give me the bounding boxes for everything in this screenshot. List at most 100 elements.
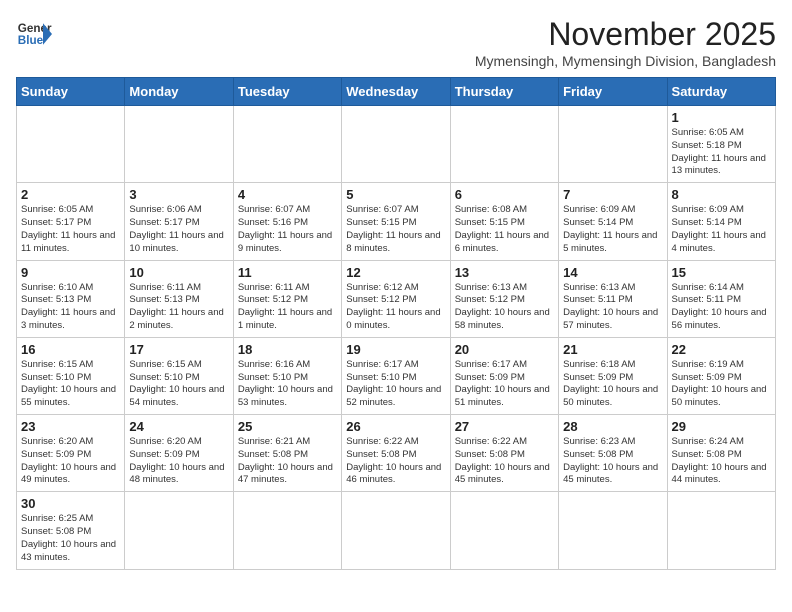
day-cell: 21Sunrise: 6:18 AM Sunset: 5:09 PM Dayli… xyxy=(559,337,667,414)
day-info: Sunrise: 6:15 AM Sunset: 5:10 PM Dayligh… xyxy=(21,359,120,410)
day-number: 20 xyxy=(455,342,554,357)
day-cell: 23 Sunrise: 6:20 AM Sunset: 5:09 PM Dayli… xyxy=(17,415,125,492)
day-info: Sunrise: 6:24 AM Sunset: 5:08 PM Dayligh… xyxy=(672,436,771,487)
day-info: Sunrise: 6:17 AM Sunset: 5:10 PM Dayligh… xyxy=(346,359,445,410)
day-info: Sunrise: 6:12 AM Sunset: 5:12 PM Dayligh… xyxy=(346,282,445,333)
day-cell: 10 Sunrise: 6:11 AM Sunset: 5:13 PM Dayli… xyxy=(125,260,233,337)
day-number: 10 xyxy=(129,265,228,280)
title-section: November 2025 Mymensingh, Mymensingh Div… xyxy=(475,16,776,69)
day-number: 9 xyxy=(21,265,120,280)
day-cell: 13 Sunrise: 6:13 AM Sunset: 5:12 PM Dayli… xyxy=(450,260,558,337)
day-number: 4 xyxy=(238,187,337,202)
day-number: 11 xyxy=(238,265,337,280)
weekday-header-thursday: Thursday xyxy=(450,78,558,106)
weekday-header-saturday: Saturday xyxy=(667,78,775,106)
day-cell: 19Sunrise: 6:17 AM Sunset: 5:10 PM Dayli… xyxy=(342,337,450,414)
day-cell: 7 Sunrise: 6:09 AM Sunset: 5:14 PM Daylig… xyxy=(559,183,667,260)
day-cell: 25Sunrise: 6:21 AM Sunset: 5:08 PM Dayli… xyxy=(233,415,341,492)
week-row-6: 30Sunrise: 6:25 AM Sunset: 5:08 PM Dayli… xyxy=(17,492,776,569)
day-cell: 9 Sunrise: 6:10 AM Sunset: 5:13 PM Daylig… xyxy=(17,260,125,337)
day-info: Sunrise: 6:17 AM Sunset: 5:09 PM Dayligh… xyxy=(455,359,554,410)
day-cell: 18 Sunrise: 6:16 AM Sunset: 5:10 PM Dayli… xyxy=(233,337,341,414)
day-number: 22 xyxy=(672,342,771,357)
day-info: Sunrise: 6:05 AM Sunset: 5:17 PM Dayligh… xyxy=(21,204,120,255)
weekday-header-friday: Friday xyxy=(559,78,667,106)
day-cell xyxy=(559,106,667,183)
page-header: General Blue November 2025 Mymensingh, M… xyxy=(16,16,776,69)
day-number: 13 xyxy=(455,265,554,280)
calendar-table: SundayMondayTuesdayWednesdayThursdayFrid… xyxy=(16,77,776,570)
day-number: 17 xyxy=(129,342,228,357)
day-info: Sunrise: 6:21 AM Sunset: 5:08 PM Dayligh… xyxy=(238,436,337,487)
day-cell xyxy=(450,492,558,569)
day-cell: 17 Sunrise: 6:15 AM Sunset: 5:10 PM Dayli… xyxy=(125,337,233,414)
logo-icon: General Blue xyxy=(16,16,52,52)
day-cell: 1 Sunrise: 6:05 AM Sunset: 5:18 PM Daylig… xyxy=(667,106,775,183)
day-number: 23 xyxy=(21,419,120,434)
day-info: Sunrise: 6:09 AM Sunset: 5:14 PM Dayligh… xyxy=(672,204,771,255)
week-row-2: 2 Sunrise: 6:05 AM Sunset: 5:17 PM Daylig… xyxy=(17,183,776,260)
location-title: Mymensingh, Mymensingh Division, Banglad… xyxy=(475,53,776,69)
day-number: 2 xyxy=(21,187,120,202)
day-number: 5 xyxy=(346,187,445,202)
day-number: 28 xyxy=(563,419,662,434)
day-cell xyxy=(233,106,341,183)
day-info: Sunrise: 6:09 AM Sunset: 5:14 PM Dayligh… xyxy=(563,204,662,255)
weekday-header-wednesday: Wednesday xyxy=(342,78,450,106)
day-number: 12 xyxy=(346,265,445,280)
day-cell: 22 Sunrise: 6:19 AM Sunset: 5:09 PM Dayli… xyxy=(667,337,775,414)
day-info: Sunrise: 6:19 AM Sunset: 5:09 PM Dayligh… xyxy=(672,359,771,410)
day-info: Sunrise: 6:20 AM Sunset: 5:09 PM Dayligh… xyxy=(21,436,120,487)
day-cell: 11 Sunrise: 6:11 AM Sunset: 5:12 PM Dayli… xyxy=(233,260,341,337)
day-info: Sunrise: 6:13 AM Sunset: 5:12 PM Dayligh… xyxy=(455,282,554,333)
day-number: 6 xyxy=(455,187,554,202)
day-cell: 8 Sunrise: 6:09 AM Sunset: 5:14 PM Daylig… xyxy=(667,183,775,260)
day-cell: 5Sunrise: 6:07 AM Sunset: 5:15 PM Daylig… xyxy=(342,183,450,260)
day-info: Sunrise: 6:05 AM Sunset: 5:18 PM Dayligh… xyxy=(672,127,771,178)
day-cell xyxy=(559,492,667,569)
day-info: Sunrise: 6:11 AM Sunset: 5:13 PM Dayligh… xyxy=(129,282,228,333)
day-cell: 6 Sunrise: 6:08 AM Sunset: 5:15 PM Daylig… xyxy=(450,183,558,260)
day-cell xyxy=(342,106,450,183)
day-cell: 30Sunrise: 6:25 AM Sunset: 5:08 PM Dayli… xyxy=(17,492,125,569)
day-info: Sunrise: 6:23 AM Sunset: 5:08 PM Dayligh… xyxy=(563,436,662,487)
week-row-4: 16 Sunrise: 6:15 AM Sunset: 5:10 PM Dayli… xyxy=(17,337,776,414)
weekday-header-sunday: Sunday xyxy=(17,78,125,106)
day-cell: 15Sunrise: 6:14 AM Sunset: 5:11 PM Dayli… xyxy=(667,260,775,337)
day-number: 18 xyxy=(238,342,337,357)
day-cell: 2 Sunrise: 6:05 AM Sunset: 5:17 PM Daylig… xyxy=(17,183,125,260)
day-number: 8 xyxy=(672,187,771,202)
day-number: 7 xyxy=(563,187,662,202)
month-title: November 2025 xyxy=(475,16,776,53)
day-cell: 24 Sunrise: 6:20 AM Sunset: 5:09 PM Dayli… xyxy=(125,415,233,492)
day-number: 16 xyxy=(21,342,120,357)
day-cell xyxy=(233,492,341,569)
day-number: 30 xyxy=(21,496,120,511)
day-number: 3 xyxy=(129,187,228,202)
svg-text:Blue: Blue xyxy=(18,34,44,47)
day-info: Sunrise: 6:15 AM Sunset: 5:10 PM Dayligh… xyxy=(129,359,228,410)
week-row-1: 1 Sunrise: 6:05 AM Sunset: 5:18 PM Daylig… xyxy=(17,106,776,183)
weekday-header-row: SundayMondayTuesdayWednesdayThursdayFrid… xyxy=(17,78,776,106)
day-cell xyxy=(17,106,125,183)
day-info: Sunrise: 6:22 AM Sunset: 5:08 PM Dayligh… xyxy=(455,436,554,487)
day-cell: 26Sunrise: 6:22 AM Sunset: 5:08 PM Dayli… xyxy=(342,415,450,492)
day-info: Sunrise: 6:13 AM Sunset: 5:11 PM Dayligh… xyxy=(563,282,662,333)
day-cell: 4Sunrise: 6:07 AM Sunset: 5:16 PM Daylig… xyxy=(233,183,341,260)
day-info: Sunrise: 6:16 AM Sunset: 5:10 PM Dayligh… xyxy=(238,359,337,410)
day-info: Sunrise: 6:18 AM Sunset: 5:09 PM Dayligh… xyxy=(563,359,662,410)
day-number: 29 xyxy=(672,419,771,434)
day-cell: 27Sunrise: 6:22 AM Sunset: 5:08 PM Dayli… xyxy=(450,415,558,492)
day-number: 1 xyxy=(672,110,771,125)
day-cell: 3Sunrise: 6:06 AM Sunset: 5:17 PM Daylig… xyxy=(125,183,233,260)
week-row-3: 9 Sunrise: 6:10 AM Sunset: 5:13 PM Daylig… xyxy=(17,260,776,337)
day-info: Sunrise: 6:11 AM Sunset: 5:12 PM Dayligh… xyxy=(238,282,337,333)
logo: General Blue xyxy=(16,16,52,52)
day-cell xyxy=(342,492,450,569)
day-cell xyxy=(667,492,775,569)
day-info: Sunrise: 6:20 AM Sunset: 5:09 PM Dayligh… xyxy=(129,436,228,487)
weekday-header-tuesday: Tuesday xyxy=(233,78,341,106)
day-info: Sunrise: 6:08 AM Sunset: 5:15 PM Dayligh… xyxy=(455,204,554,255)
day-info: Sunrise: 6:10 AM Sunset: 5:13 PM Dayligh… xyxy=(21,282,120,333)
day-number: 24 xyxy=(129,419,228,434)
